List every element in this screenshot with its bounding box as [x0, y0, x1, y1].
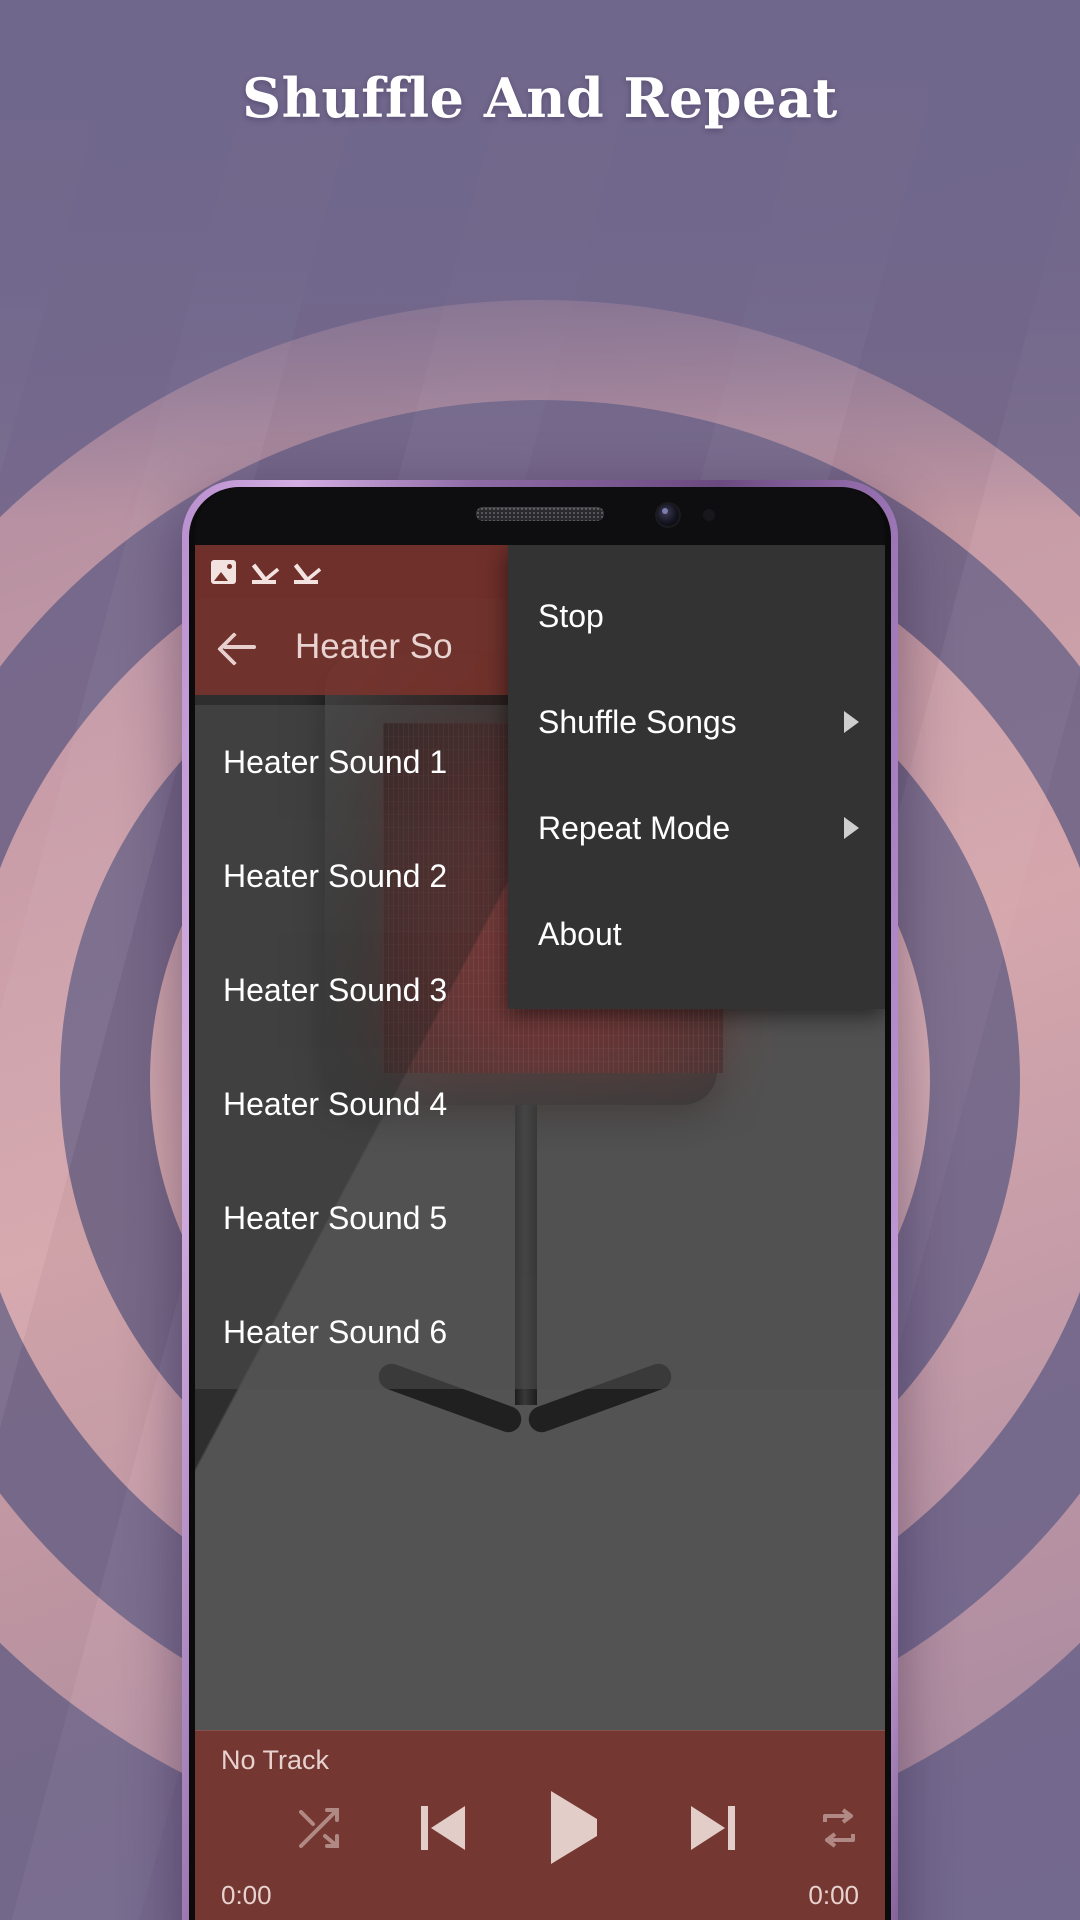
- total-time: 0:00: [808, 1880, 859, 1910]
- elapsed-time: 0:00: [221, 1880, 272, 1910]
- list-item[interactable]: Heater Sound 4: [195, 1047, 885, 1161]
- repeat-icon[interactable]: [815, 1804, 863, 1852]
- song-title: Heater Sound 1: [223, 743, 448, 780]
- song-title: Heater Sound 3: [223, 971, 448, 1008]
- menu-item-label: About: [538, 915, 622, 952]
- front-camera-icon: [657, 504, 679, 526]
- download-complete-icon: [252, 560, 278, 584]
- speaker-grille-icon: [476, 507, 604, 521]
- song-title: Heater Sound 6: [223, 1313, 448, 1350]
- skip-next-icon[interactable]: [691, 1806, 735, 1850]
- shuffle-icon[interactable]: [295, 1804, 343, 1852]
- menu-item-stop[interactable]: Stop: [508, 563, 885, 669]
- player-times: 0:00 0:00: [221, 1880, 859, 1920]
- back-arrow-icon[interactable]: [217, 624, 263, 670]
- phone-screen: LTE LTE 20% 5:22 Heater So: [195, 545, 885, 1920]
- app-bar-title: Heater So: [295, 627, 453, 666]
- menu-item-label: Stop: [538, 597, 604, 634]
- proximity-sensor-icon: [703, 509, 715, 521]
- chevron-right-icon: [844, 817, 859, 839]
- phone-mockup: LTE LTE 20% 5:22 Heater So: [182, 480, 898, 1920]
- overflow-menu: Stop Shuffle Songs Repeat Mode About: [508, 545, 885, 1009]
- phone-earpiece-area: [195, 487, 885, 545]
- chevron-right-icon: [844, 711, 859, 733]
- menu-item-repeat-mode[interactable]: Repeat Mode: [508, 775, 885, 881]
- skip-previous-icon[interactable]: [421, 1806, 465, 1850]
- player-controls: [221, 1776, 859, 1880]
- page-title: Shuffle And Repeat: [242, 66, 838, 130]
- download-complete-icon: [294, 560, 320, 584]
- photo-icon: [211, 560, 236, 584]
- menu-item-label: Repeat Mode: [538, 809, 731, 846]
- menu-item-label: Shuffle Songs: [538, 703, 737, 740]
- menu-item-about[interactable]: About: [508, 881, 885, 987]
- current-track-title: No Track: [221, 1745, 330, 1775]
- play-icon[interactable]: [551, 1791, 597, 1864]
- menu-item-shuffle-songs[interactable]: Shuffle Songs: [508, 669, 885, 775]
- list-item[interactable]: Heater Sound 5: [195, 1161, 885, 1275]
- song-title: Heater Sound 5: [223, 1199, 448, 1236]
- player-bar: No Track 0:00 0:00: [195, 1730, 885, 1920]
- song-title: Heater Sound 2: [223, 857, 448, 894]
- list-item[interactable]: Heater Sound 6: [195, 1275, 885, 1389]
- song-title: Heater Sound 4: [223, 1085, 448, 1122]
- promo-banner: Shuffle And Repeat Heater So Heater Soun…: [0, 0, 1080, 1920]
